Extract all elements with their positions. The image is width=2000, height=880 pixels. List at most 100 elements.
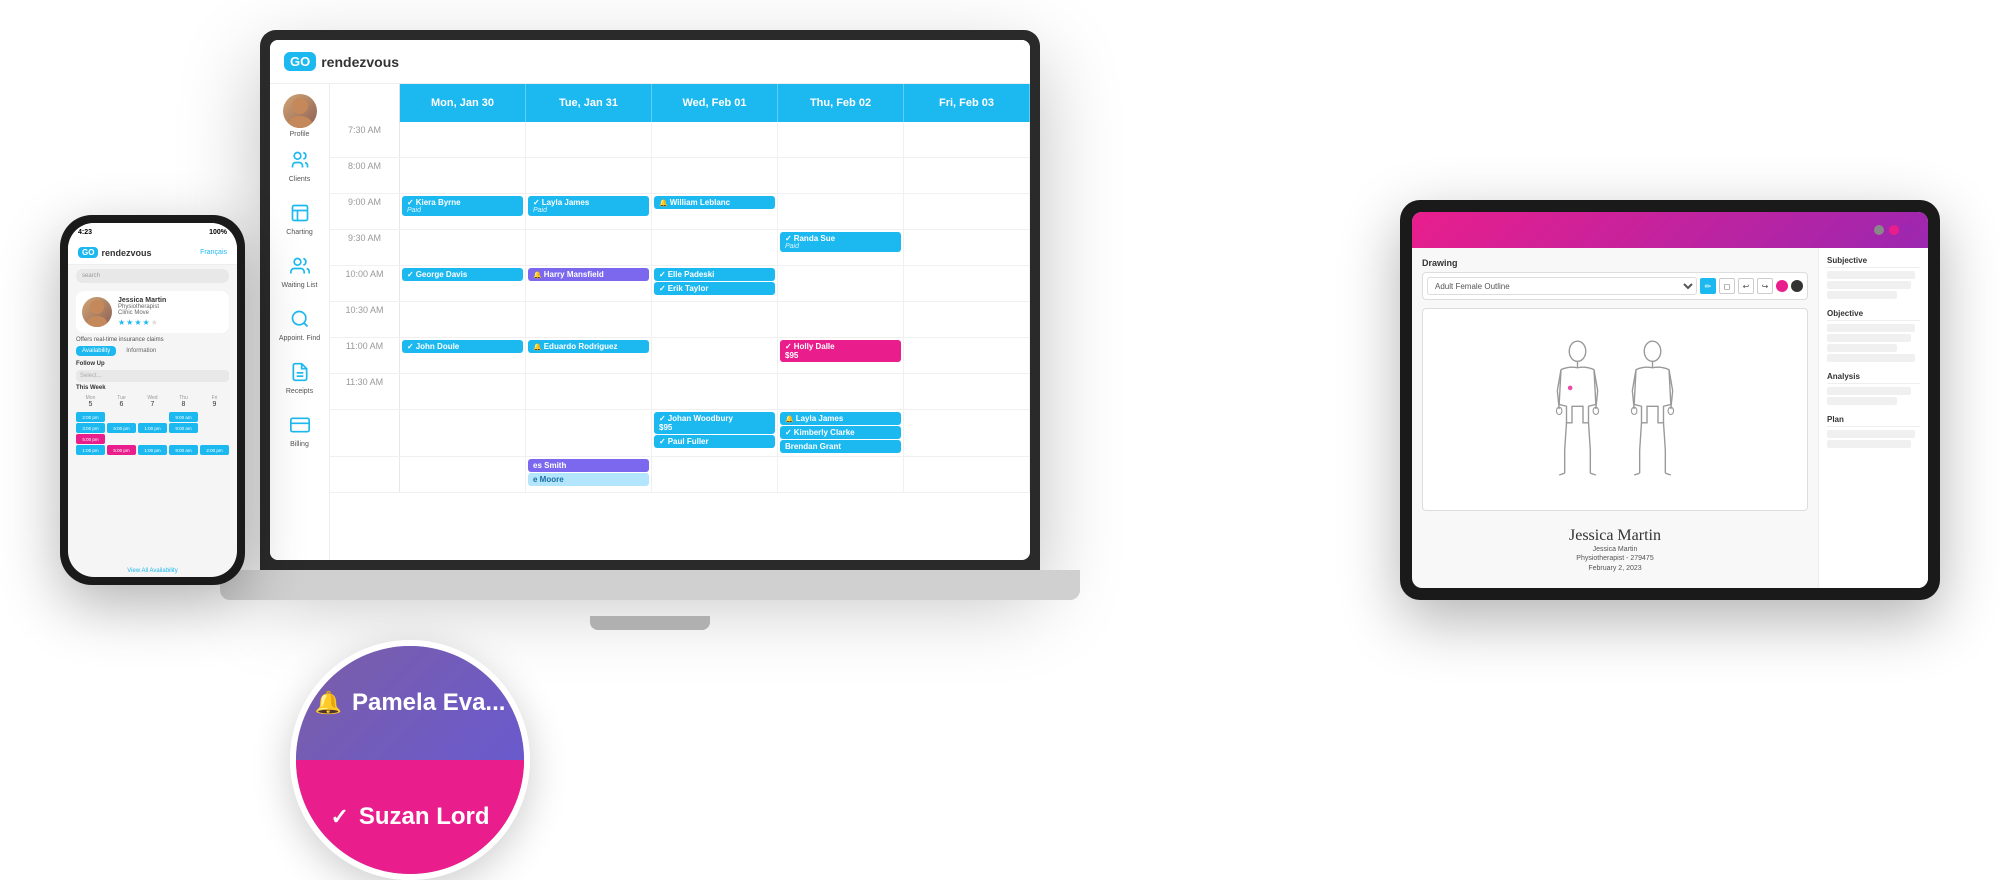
tab-information[interactable]: Information — [120, 346, 162, 356]
time-900: 9:00 AM — [330, 194, 400, 229]
cal-cell — [904, 122, 1030, 157]
soap-subjective: Subjective — [1827, 256, 1920, 299]
appointment[interactable]: 🔔 Harry Mansfield — [528, 268, 649, 281]
cal-cell-mon-1100[interactable]: ✓ John Doule — [400, 338, 526, 373]
sidebar-label-receipts: Receipts — [286, 388, 313, 395]
slot-item[interactable]: 5:00 pm — [107, 445, 136, 455]
sidebar-item-waiting[interactable]: Waiting List — [270, 244, 329, 297]
eraser-tool[interactable]: ◻ — [1719, 278, 1735, 294]
slot-item[interactable]: 3:00 pm — [76, 423, 105, 433]
cal-cell-tue-900[interactable]: ✓ Layla James Paid — [526, 194, 652, 229]
cal-cell-thu-900 — [778, 194, 904, 229]
color-pink-btn[interactable] — [1776, 280, 1788, 292]
slot-item[interactable]: 9:00 am — [169, 423, 198, 433]
waiting-icon — [286, 252, 314, 280]
cal-cell — [652, 122, 778, 157]
cal-cell — [778, 122, 904, 157]
billing-icon — [286, 411, 314, 439]
pencil-tool[interactable]: ✏ — [1700, 278, 1716, 294]
tablet-body: Drawing Adult Female Outline ✏ ◻ ↩ ↪ — [1412, 248, 1928, 588]
slot-item[interactable]: 1:00 pm — [138, 423, 167, 433]
apt-name: ✓ Layla James — [533, 198, 644, 207]
cal-cell — [400, 374, 526, 409]
laptop-device: GO rendezvous Profile — [260, 30, 1040, 570]
cal-cell-tue-pm2[interactable]: es Smith e Moore — [526, 457, 652, 492]
slot-item[interactable]: 5:00 pm — [76, 434, 105, 444]
calendar-area: Mon, Jan 30 Tue, Jan 31 Wed, Feb 01 Thu,… — [330, 84, 1030, 560]
drawing-toolbar: Adult Female Outline ✏ ◻ ↩ ↪ — [1422, 272, 1808, 300]
sidebar-item-charting[interactable]: Charting — [270, 191, 329, 244]
appointment[interactable]: ✓ Holly Dalle $95 — [780, 340, 901, 362]
follow-up-select[interactable]: Select... — [76, 370, 229, 382]
star-2: ★ — [126, 318, 133, 327]
cal-cell-thu-pm[interactable]: 🔔 Layla James ✓ Kimberly Clarke Brendan … — [778, 410, 904, 456]
cal-cell-wed-900[interactable]: 🔔 William Leblanc — [652, 194, 778, 229]
cal-cell-mon-1000[interactable]: ✓ George Davis — [400, 266, 526, 301]
appointment[interactable]: ✓ Kiera Byrne Paid — [402, 196, 523, 216]
tablet-main: Drawing Adult Female Outline ✏ ◻ ↩ ↪ — [1412, 248, 1818, 588]
sidebar-item-receipts[interactable]: Receipts — [270, 350, 329, 403]
appointment[interactable]: es Smith — [528, 459, 649, 472]
slot-col-thu: 9:00 am 9:00 am 9:00 am — [169, 412, 198, 563]
cal-cell — [904, 302, 1030, 337]
slot-item[interactable]: 1:00 pm — [138, 445, 167, 455]
color-dark-btn[interactable] — [1791, 280, 1803, 292]
slot-item[interactable]: 9:00 am — [169, 445, 198, 455]
slot-item[interactable]: 2:00 pm — [76, 412, 105, 422]
appointment[interactable]: 🔔 William Leblanc — [654, 196, 775, 209]
slot-item[interactable]: 5:00 pm — [107, 423, 136, 433]
sidebar-item-clients[interactable]: Clients — [270, 138, 329, 191]
appointment[interactable]: ✓ John Doule — [402, 340, 523, 353]
tablet-screen: Drawing Adult Female Outline ✏ ◻ ↩ ↪ — [1412, 212, 1928, 588]
body-select[interactable]: Adult Female Outline — [1427, 277, 1697, 295]
appointment[interactable]: ✓ Elle Padeski — [654, 268, 775, 281]
sidebar-item-appointments[interactable]: Appoint. Find — [270, 297, 329, 350]
popup-check-icon: ✓ — [330, 804, 348, 830]
appointment[interactable]: e Moore — [528, 473, 649, 486]
language-btn[interactable]: Français — [200, 249, 227, 256]
slot-empty — [200, 423, 229, 433]
sidebar-item-billing[interactable]: Billing — [270, 403, 329, 456]
cal-cell-mon-900[interactable]: ✓ Kiera Byrne Paid — [400, 194, 526, 229]
cal-cell-tue-1000[interactable]: 🔔 Harry Mansfield — [526, 266, 652, 301]
slot-empty — [200, 434, 229, 444]
therapist-location: Clinic Move — [118, 310, 223, 316]
body-figure-back — [1625, 339, 1680, 479]
appointment[interactable]: ✓ Johan Woodbury $95 — [654, 412, 775, 434]
undo-tool[interactable]: ↩ — [1738, 278, 1754, 294]
appointment[interactable]: ✓ Paul Fuller — [654, 435, 775, 448]
apt-name: 🔔 Layla James — [785, 414, 896, 423]
cal-cell — [526, 122, 652, 157]
cal-cell-wed-pm[interactable]: ✓ Johan Woodbury $95 ✓ Paul Fuller — [652, 410, 778, 456]
soap-plan: Plan — [1827, 415, 1920, 448]
appointment[interactable]: ✓ Randa Sue Paid — [780, 232, 901, 252]
phone-device: 4:23 100% GO rendezvous Français search — [60, 215, 245, 585]
slot-item[interactable]: 1:00 pm — [76, 445, 105, 455]
soap-analysis-label: Analysis — [1827, 372, 1920, 384]
view-all-link[interactable]: View All Availability — [68, 565, 237, 577]
slot-empty — [107, 412, 136, 422]
cal-cell-wed-1000[interactable]: ✓ Elle Padeski ✓ Erik Taylor — [652, 266, 778, 301]
cal-cell — [778, 457, 904, 492]
cal-cell — [904, 230, 1030, 265]
sidebar-label-billing: Billing — [290, 441, 309, 448]
cal-cell — [904, 374, 1030, 409]
appointment[interactable]: ✓ George Davis — [402, 268, 523, 281]
cal-cell-thu-930[interactable]: ✓ Randa Sue Paid — [778, 230, 904, 265]
slot-item[interactable]: 9:00 am — [169, 412, 198, 422]
phone-search[interactable]: search — [76, 269, 229, 283]
redo-tool[interactable]: ↪ — [1757, 278, 1773, 294]
appointment[interactable]: Brendan Grant — [780, 440, 901, 453]
appointment[interactable]: ✓ Erik Taylor — [654, 282, 775, 295]
apt-name: ✓ Erik Taylor — [659, 284, 770, 293]
slot-empty — [138, 434, 167, 444]
appointment[interactable]: ✓ Kimberly Clarke — [780, 426, 901, 439]
appointment[interactable]: 🔔 Eduardo Rodriguez — [528, 340, 649, 353]
appointment[interactable]: ✓ Layla James Paid — [528, 196, 649, 216]
tab-availability[interactable]: Availability — [76, 346, 116, 356]
cal-cell-tue-1100[interactable]: 🔔 Eduardo Rodriguez — [526, 338, 652, 373]
soap-line — [1827, 354, 1915, 362]
slot-item[interactable]: 2:00 pm — [200, 445, 229, 455]
cal-cell-thu-1100[interactable]: ✓ Holly Dalle $95 — [778, 338, 904, 373]
appointment[interactable]: 🔔 Layla James — [780, 412, 901, 425]
